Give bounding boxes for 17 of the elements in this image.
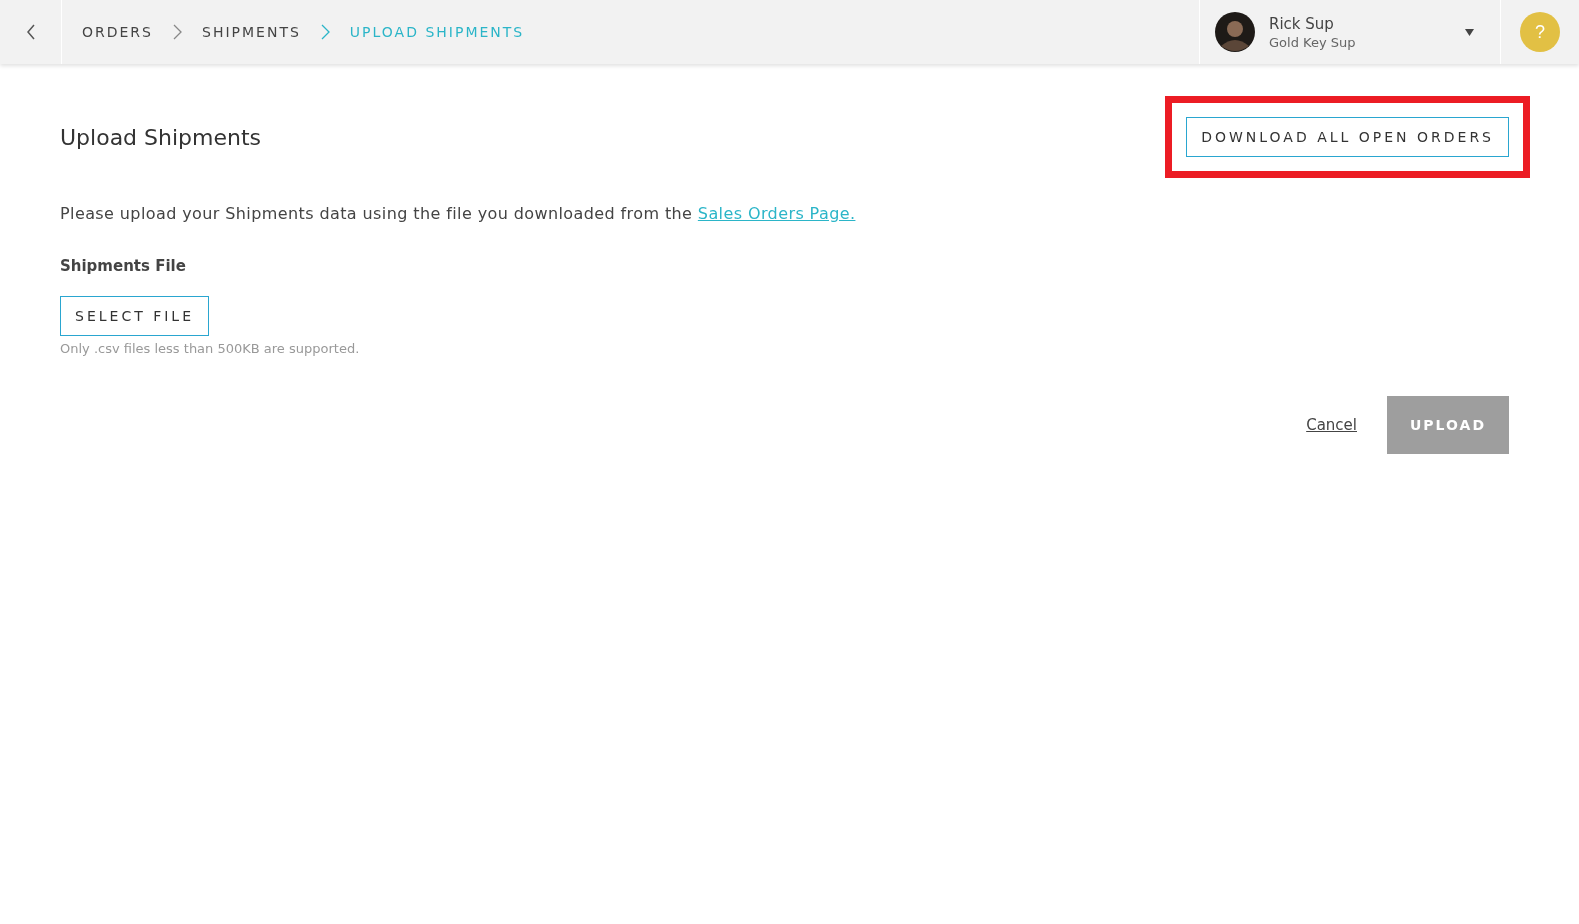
hint-text: Only .csv files less than 500KB are supported.: [60, 341, 361, 356]
select-file-button[interactable]: SELECT FILE: [60, 296, 209, 336]
chevron-right-icon: [173, 24, 182, 40]
chevron-right-icon: [320, 24, 330, 40]
cancel-link[interactable]: Cancel: [1306, 416, 1357, 434]
user-name: Rick Sup: [1269, 14, 1335, 33]
user-menu[interactable]: Rick Sup Gold Key Sup: [1199, 0, 1501, 64]
field-label: Shipments File: [60, 257, 187, 275]
chevron-left-icon: [25, 24, 36, 40]
avatar-icon: [1215, 12, 1255, 52]
breadcrumb-link[interactable]: SHIPMENTS: [202, 24, 301, 40]
download-button[interactable]: DOWNLOAD ALL OPEN ORDERS: [1186, 117, 1509, 157]
user-role: Gold Key Sup: [1269, 34, 1357, 50]
breadcrumb-link[interactable]: ORDERS: [82, 24, 153, 40]
page-title: Upload Shipments: [60, 124, 262, 150]
caret-icon: [1465, 28, 1474, 36]
instructions-text: Please upload your Shipments data using the file you downloaded from the Sales Orders Page.: [60, 204, 857, 223]
